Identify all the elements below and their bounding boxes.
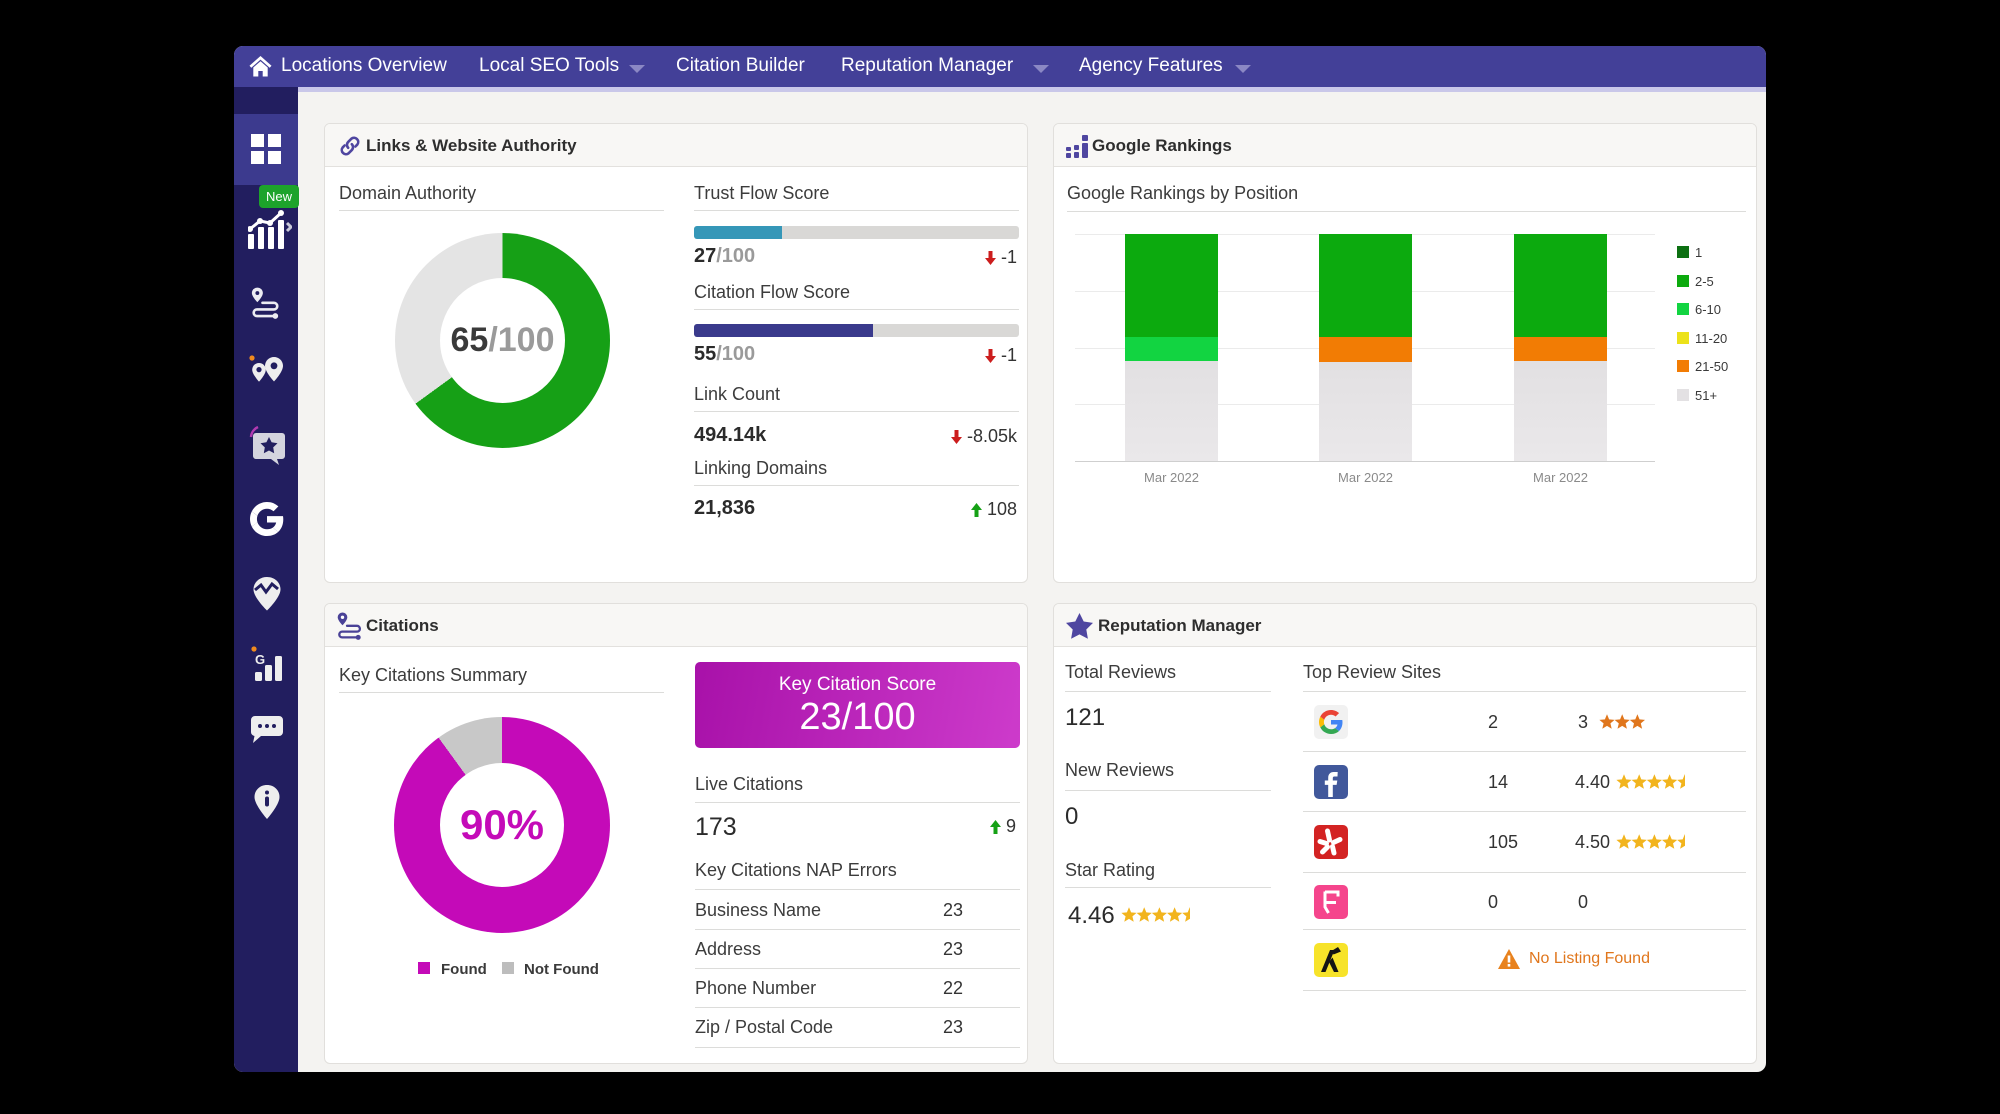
svg-text:G: G: [255, 652, 265, 667]
